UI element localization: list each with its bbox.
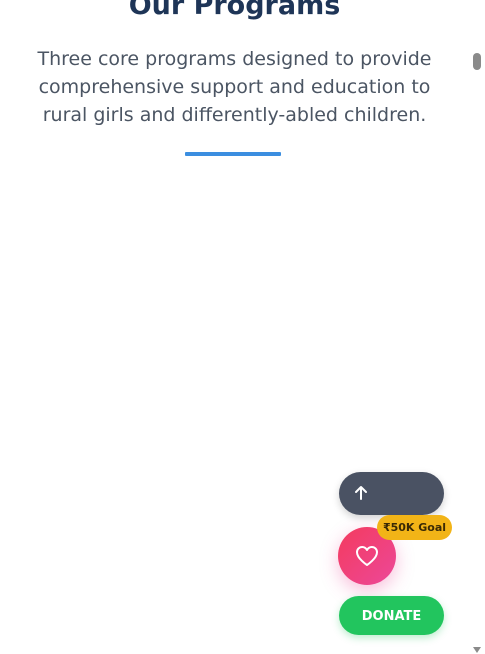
scroll-down-arrow-icon[interactable] (473, 647, 481, 653)
heart-icon (356, 546, 378, 566)
scrollbar-thumb[interactable] (473, 53, 481, 70)
section-description: Three core programs designed to provide … (37, 48, 432, 126)
programs-section: Our Programs Three core programs designe… (0, 0, 469, 654)
title-divider (185, 152, 281, 156)
section-title: Our Programs (128, 0, 341, 21)
page-scrollbar[interactable] (469, 0, 485, 654)
goal-badge: ₹50K Goal (377, 515, 452, 540)
donate-button[interactable]: DONATE (339, 596, 444, 635)
scroll-to-top-button[interactable] (339, 472, 444, 515)
arrow-up-icon (353, 485, 369, 504)
